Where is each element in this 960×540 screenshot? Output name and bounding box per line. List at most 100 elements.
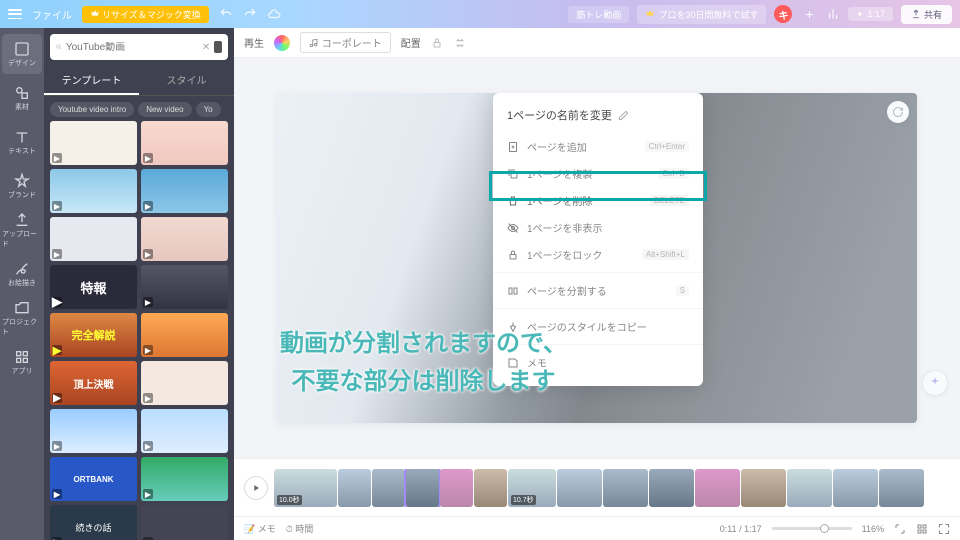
redo-icon[interactable]: [243, 7, 257, 21]
avatar[interactable]: キ: [774, 5, 792, 23]
timeline-clip[interactable]: [440, 469, 473, 507]
rail-upload[interactable]: アップロード: [2, 210, 42, 250]
timeline-clip[interactable]: 10.7秒: [508, 469, 556, 507]
eye-off-icon: [507, 222, 519, 234]
fullscreen-icon[interactable]: [938, 523, 950, 535]
zoom-slider[interactable]: [772, 527, 852, 530]
timeline-clip[interactable]: [695, 469, 740, 507]
chip[interactable]: Yo: [196, 102, 221, 117]
ctx-add-page[interactable]: ページを追加Ctrl+Enter: [493, 133, 703, 160]
template-item[interactable]: ▶: [141, 121, 228, 165]
chip[interactable]: New video: [138, 102, 191, 117]
corporate-button[interactable]: コーポレート: [300, 32, 391, 53]
timeline-clip[interactable]: [833, 469, 878, 507]
template-item[interactable]: ▶: [141, 313, 228, 357]
tab-styles[interactable]: スタイル: [139, 66, 234, 95]
template-item[interactable]: ▶: [50, 409, 137, 453]
add-button[interactable]: +: [800, 5, 818, 23]
timeline-clip[interactable]: [649, 469, 694, 507]
refresh-icon: [892, 106, 904, 118]
time-mode-toggle[interactable]: ⏱ 時間: [286, 522, 314, 535]
template-item[interactable]: ▶: [141, 361, 228, 405]
template-item[interactable]: ▶: [50, 169, 137, 213]
template-item[interactable]: 続きの話▶: [50, 505, 137, 540]
template-item[interactable]: ORTBANK▶: [50, 457, 137, 501]
instruction-overlay: 動画が分割されますので、 不要な部分は削除します: [280, 325, 567, 402]
filter-icon[interactable]: [214, 41, 222, 53]
expand-icon[interactable]: [894, 523, 906, 535]
template-item[interactable]: ▶: [141, 217, 228, 261]
sparkle-icon: [928, 376, 942, 390]
timeline-clip[interactable]: [372, 469, 405, 507]
template-item[interactable]: ▶: [141, 409, 228, 453]
bottom-bar: 📝 メモ ⏱ 時間 0:11 / 1:17 116%: [234, 516, 960, 540]
search-field[interactable]: [66, 42, 198, 53]
zoom-level[interactable]: 116%: [862, 524, 884, 534]
timeline-clips[interactable]: 10.0秒 10.7秒: [274, 469, 950, 507]
template-item[interactable]: 完全解説▶: [50, 313, 137, 357]
preview-button[interactable]: 1:17: [848, 7, 893, 21]
timeline-clip[interactable]: [603, 469, 648, 507]
refresh-button[interactable]: [887, 101, 909, 123]
rail-projects[interactable]: プロジェクト: [2, 298, 42, 338]
rail-design[interactable]: デザイン: [2, 34, 42, 74]
timeline-clip[interactable]: [557, 469, 602, 507]
ctx-lock[interactable]: 1ページをロックAlt+Shift+L: [493, 241, 703, 268]
ctx-duplicate[interactable]: 1ページを複製Ctrl+D: [493, 160, 703, 187]
color-wheel-icon[interactable]: [274, 35, 290, 51]
template-item[interactable]: ▶: [50, 217, 137, 261]
play-button[interactable]: 再生: [244, 35, 264, 50]
upload-icon: [911, 9, 921, 19]
ctx-split[interactable]: ページを分割するS: [493, 277, 703, 304]
timeline-clip[interactable]: [406, 469, 439, 507]
split-icon: [507, 285, 519, 297]
timeline-play-button[interactable]: [244, 476, 268, 500]
template-item[interactable]: 特報▶: [50, 265, 137, 309]
file-menu[interactable]: ファイル: [32, 7, 72, 22]
arrange-button[interactable]: 配置: [401, 35, 421, 50]
tab-templates[interactable]: テンプレート: [44, 66, 139, 95]
template-item[interactable]: ▶: [141, 265, 228, 309]
canvas-toolbar: 再生 コーポレート 配置: [234, 28, 960, 58]
timeline-clip[interactable]: [879, 469, 924, 507]
resize-magic-button[interactable]: リサイズ＆マジック変換: [82, 6, 209, 23]
rail-elements[interactable]: 素材: [2, 78, 42, 118]
menu-icon[interactable]: [8, 9, 22, 19]
context-menu-title: 1ページの名前を変更: [493, 103, 703, 133]
timeline-clip[interactable]: [741, 469, 786, 507]
search-input[interactable]: ✕: [50, 34, 228, 60]
grid-icon[interactable]: [916, 523, 928, 535]
cloud-icon: [267, 7, 281, 21]
timeline-clip[interactable]: [474, 469, 507, 507]
ai-sparkle-button[interactable]: [922, 370, 948, 396]
analytics-icon[interactable]: [826, 7, 840, 21]
undo-icon[interactable]: [219, 7, 233, 21]
timeline-clip[interactable]: [338, 469, 371, 507]
settings-icon[interactable]: [453, 36, 467, 50]
project-name[interactable]: 筋トレ動画: [568, 6, 629, 23]
try-pro-button[interactable]: プロを30日間無料で試す: [637, 5, 766, 24]
template-item[interactable]: ▶: [141, 505, 228, 540]
template-item[interactable]: ▶: [141, 457, 228, 501]
rail-brand[interactable]: ブランド: [2, 166, 42, 206]
copy-icon: [507, 168, 519, 180]
template-item[interactable]: 頂上決戦▶: [50, 361, 137, 405]
ctx-delete[interactable]: 1ページを削除DELETE: [493, 187, 703, 214]
crown-icon: [90, 9, 100, 19]
lock-icon[interactable]: [431, 37, 443, 49]
rail-text[interactable]: テキスト: [2, 122, 42, 162]
template-item[interactable]: ▶: [50, 121, 137, 165]
chip[interactable]: Youtube video intro: [50, 102, 134, 117]
timeline: 10.0秒 10.7秒: [234, 458, 960, 516]
top-bar: ファイル リサイズ＆マジック変換 筋トレ動画 プロを30日間無料で試す キ + …: [0, 0, 960, 28]
share-button[interactable]: 共有: [901, 5, 952, 24]
timeline-clip[interactable]: 10.0秒: [274, 469, 337, 507]
ctx-hide[interactable]: 1ページを非表示: [493, 214, 703, 241]
rail-draw[interactable]: お絵描き: [2, 254, 42, 294]
rail-apps[interactable]: アプリ: [2, 342, 42, 382]
pencil-icon[interactable]: [618, 110, 629, 121]
timeline-clip[interactable]: [787, 469, 832, 507]
memo-toggle[interactable]: 📝 メモ: [244, 522, 276, 535]
template-item[interactable]: ▶: [141, 169, 228, 213]
clear-icon[interactable]: ✕: [202, 42, 210, 53]
